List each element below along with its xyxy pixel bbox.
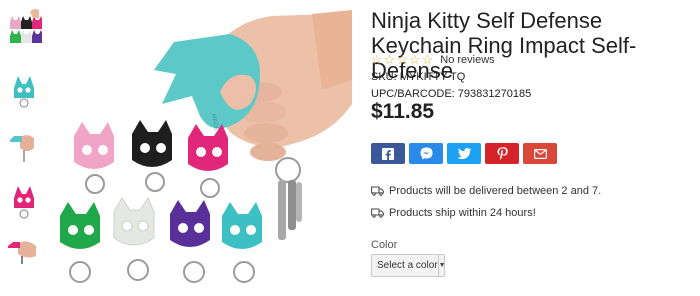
truck-icon — [371, 208, 384, 218]
share-messenger-button[interactable] — [409, 143, 443, 164]
twitter-icon — [457, 148, 471, 159]
color-label: Color — [371, 239, 398, 251]
star-empty-icon: ☆ — [371, 52, 383, 67]
share-facebook-button[interactable] — [371, 143, 405, 164]
truck-icon — [371, 186, 384, 196]
star-empty-icon: ☆ — [421, 52, 434, 67]
share-twitter-button[interactable] — [447, 143, 481, 164]
color-select[interactable]: Select a color ▼ — [371, 254, 446, 277]
star-rating: ☆ ☆ ☆ ☆ ☆ — [371, 53, 433, 67]
reviews-link[interactable]: No reviews — [440, 54, 494, 66]
thumbnail-teal-kitty[interactable] — [6, 66, 42, 108]
delivery-notice-text: Products will be delivered between 2 and… — [389, 185, 602, 197]
main-product-image: MADE IN USA — [52, 0, 352, 296]
star-empty-icon: ☆ — [396, 52, 408, 67]
product-price: $11.85 — [371, 100, 435, 123]
thumbnail-gallery — [4, 6, 44, 292]
chevron-down-icon: ▼ — [437, 255, 446, 276]
pinterest-icon — [497, 147, 508, 160]
facebook-icon — [382, 147, 394, 160]
color-select-value: Select a color — [377, 260, 438, 271]
rating-row: ☆ ☆ ☆ ☆ ☆ No reviews — [371, 53, 495, 67]
share-pinterest-button[interactable] — [485, 143, 519, 164]
shipping-notice-text: Products ship within 24 hours! — [389, 207, 536, 219]
star-empty-icon: ☆ — [408, 52, 421, 67]
product-sku: SKU: MYKITTY-TQ — [371, 71, 466, 83]
share-email-button[interactable] — [523, 143, 557, 164]
star-empty-icon: ☆ — [383, 52, 396, 67]
thumbnail-pink-kitty[interactable] — [6, 178, 42, 220]
shipping-notice: Products ship within 24 hours! — [371, 207, 536, 219]
thumbnail-hand-holding[interactable] — [6, 124, 42, 166]
email-icon — [533, 148, 547, 159]
share-buttons — [371, 143, 557, 164]
messenger-icon — [420, 147, 432, 160]
thumbnail-in-hand-pink[interactable] — [6, 228, 42, 270]
delivery-notice: Products will be delivered between 2 and… — [371, 185, 601, 197]
thumbnail-assorted-kitties[interactable] — [6, 6, 42, 48]
